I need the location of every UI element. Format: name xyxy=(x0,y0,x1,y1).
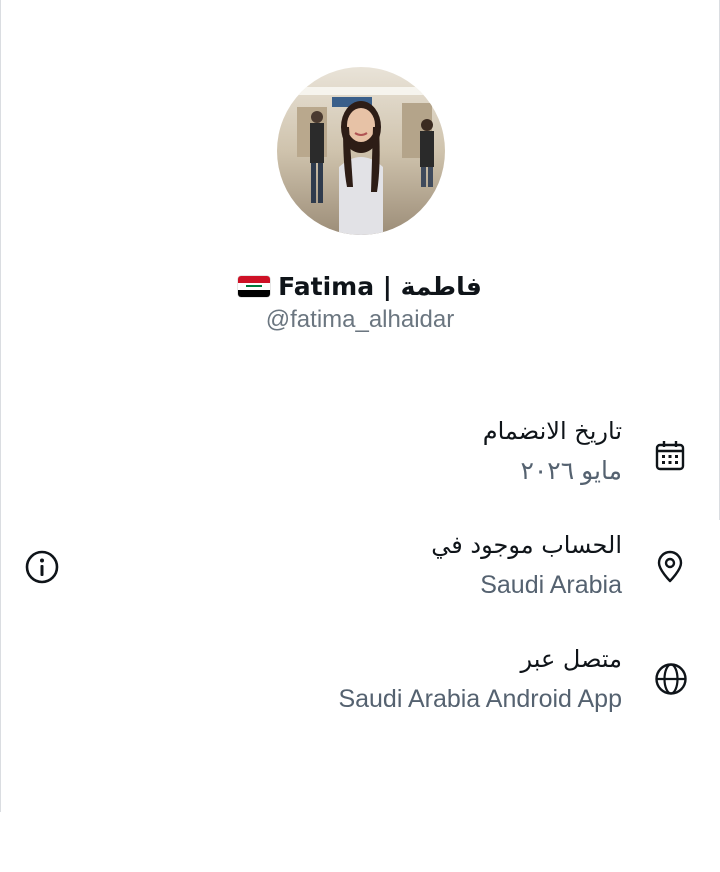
location-pin-icon xyxy=(653,550,687,584)
globe-icon xyxy=(654,662,688,696)
joined-date-row: تاريخ الانضمام مايو ٢٠٢٦ xyxy=(483,416,622,486)
calendar-icon xyxy=(653,438,687,472)
left-edge-line xyxy=(0,0,1,812)
location-label: الحساب موجود في xyxy=(431,531,622,559)
joined-label: تاريخ الانضمام xyxy=(482,417,622,445)
info-button[interactable] xyxy=(24,549,60,585)
profile-avatar[interactable] xyxy=(277,67,445,235)
location-value: Saudi Arabia xyxy=(480,571,622,599)
joined-value: مايو ٢٠٢٦ xyxy=(520,457,622,485)
profile-handle: @fatima_alhaidar xyxy=(265,306,455,333)
account-location-row: الحساب موجود في Saudi Arabia xyxy=(431,530,622,600)
info-icon xyxy=(25,550,59,584)
connected-label: متصل عبر xyxy=(520,645,622,673)
connected-value: Saudi Arabia Android App xyxy=(338,685,622,713)
profile-name-row: Fatima | فاطمة xyxy=(0,266,720,306)
connected-via-row: متصل عبر Saudi Arabia Android App xyxy=(338,644,622,714)
display-name: Fatima | فاطمة xyxy=(278,271,482,301)
iraq-flag-icon xyxy=(238,275,271,297)
